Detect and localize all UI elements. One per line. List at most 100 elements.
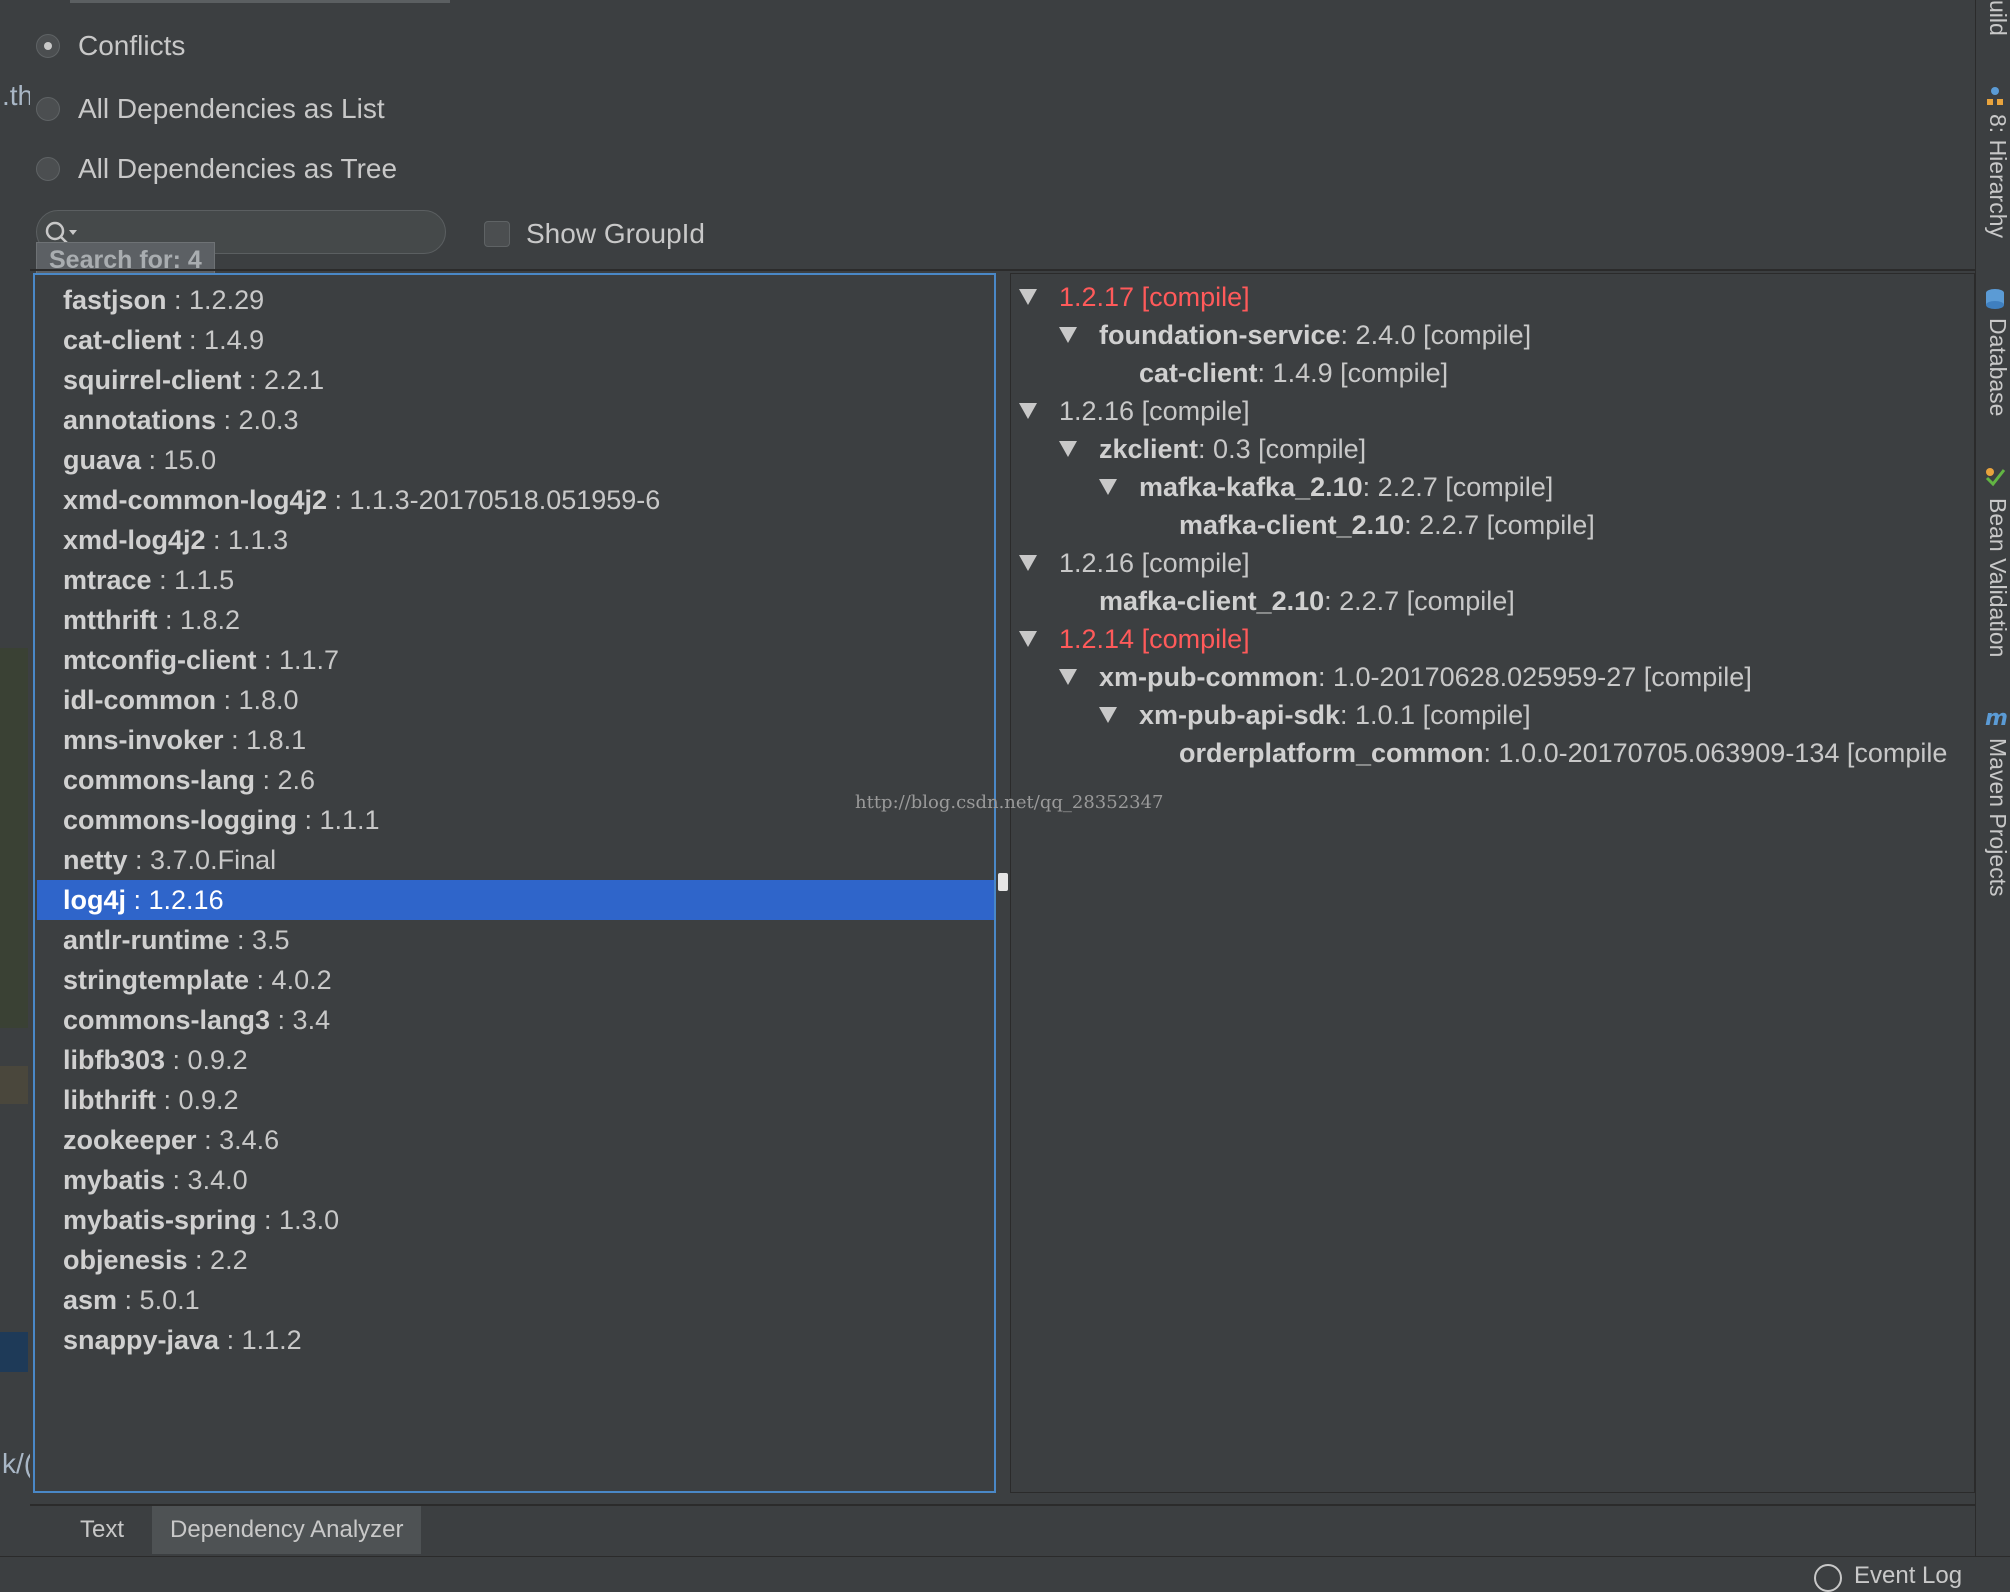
dependency-row-mybatis-spring[interactable]: mybatis-spring : 1.3.0 <box>37 1200 994 1240</box>
dependency-version: : 1.8.0 <box>216 685 299 715</box>
dependency-name: antlr-runtime <box>63 925 230 955</box>
splitter-handle[interactable] <box>998 873 1008 891</box>
dependency-list[interactable]: fastjson : 1.2.29 cat-client : 1.4.9 squir… <box>33 273 996 1493</box>
expand-arrow-icon[interactable] <box>1059 669 1077 685</box>
tree-node[interactable]: 1.2.14 [compile] <box>1019 620 1250 658</box>
expand-arrow-icon[interactable] <box>1019 631 1037 647</box>
tree-node[interactable]: zkclient : 0.3 [compile] <box>1059 430 1366 468</box>
tree-node[interactable]: mafka-client_2.10 : 2.2.7 [compile] <box>1059 582 1515 620</box>
dependency-row-libfb303[interactable]: libfb303 : 0.9.2 <box>37 1040 994 1080</box>
tree-node[interactable]: mafka-client_2.10 : 2.2.7 [compile] <box>1139 506 1595 544</box>
tree-node[interactable]: cat-client : 1.4.9 [compile] <box>1099 354 1448 392</box>
radio-label: Conflicts <box>78 30 186 61</box>
dependency-name: xmd-log4j2 <box>63 525 206 555</box>
expand-arrow-icon[interactable] <box>1099 707 1117 723</box>
dependency-row-mtrace[interactable]: mtrace : 1.1.5 <box>37 560 994 600</box>
toolwindow-build[interactable]: uild <box>1984 0 2010 36</box>
radio-label: All Dependencies as Tree <box>78 153 398 184</box>
dependency-version: : 3.4 <box>270 1005 331 1035</box>
dependency-name: zookeeper <box>63 1125 197 1155</box>
tree-node-version: : 1.0-20170628.025959-27 [compile] <box>1318 662 1752 692</box>
dependency-row-idl-common[interactable]: idl-common : 1.8.0 <box>37 680 994 720</box>
radio-conflicts[interactable]: Conflicts <box>36 26 185 66</box>
dependency-row-mybatis[interactable]: mybatis : 3.4.0 <box>37 1160 994 1200</box>
toolwindow-maven-projects[interactable]: Maven Projects <box>1984 738 2010 897</box>
expand-arrow-icon[interactable] <box>1099 479 1117 495</box>
radio-button[interactable] <box>36 97 60 121</box>
show-groupid-checkbox[interactable] <box>484 221 510 247</box>
dependency-name: commons-logging <box>63 805 297 835</box>
tree-node-version: : 2.4.0 [compile] <box>1340 320 1532 350</box>
bean-validation-icon <box>1985 468 2006 487</box>
dependency-row-mns-invoker[interactable]: mns-invoker : 1.8.1 <box>37 720 994 760</box>
radio-all-as-list[interactable]: All Dependencies as List <box>36 89 385 129</box>
gutter-highlight <box>0 1332 28 1372</box>
dependency-name: cat-client <box>63 325 182 355</box>
expand-arrow-icon[interactable] <box>1059 327 1077 343</box>
dependency-version: : 1.8.2 <box>157 605 241 635</box>
tree-node[interactable]: orderplatform_common : 1.0.0-20170705.06… <box>1139 734 1947 772</box>
dependency-row-xmd-common-log4j2[interactable]: xmd-common-log4j2 : 1.1.3-20170518.05195… <box>37 480 994 520</box>
dependency-tree[interactable]: 1.2.17 [compile] foundation-service : 2.4… <box>1010 273 1975 1493</box>
dependency-row-log4j[interactable]: log4j : 1.2.16 <box>37 880 994 920</box>
expand-arrow-icon[interactable] <box>1059 441 1077 457</box>
dependency-row-antlr-runtime[interactable]: antlr-runtime : 3.5 <box>37 920 994 960</box>
dependency-row-commons-logging[interactable]: commons-logging : 1.1.1 <box>37 800 994 840</box>
dependency-name: commons-lang3 <box>63 1005 271 1035</box>
dependency-row-xmd-log4j2[interactable]: xmd-log4j2 : 1.1.3 <box>37 520 994 560</box>
tree-node-version: 1.2.16 [compile] <box>1059 396 1250 426</box>
dependency-row-fastjson[interactable]: fastjson : 1.2.29 <box>37 280 994 320</box>
dependency-row-zookeeper[interactable]: zookeeper : 3.4.6 <box>37 1120 994 1160</box>
dependency-row-stringtemplate[interactable]: stringtemplate : 4.0.2 <box>37 960 994 1000</box>
gutter-highlight <box>0 1066 28 1104</box>
dependency-name: fastjson <box>63 285 167 315</box>
event-log-button[interactable]: Event Log <box>1854 1562 1962 1590</box>
dependency-row-asm[interactable]: asm : 5.0.1 <box>37 1280 994 1320</box>
tree-node-version: : 1.0.0-20170705.063909-134 [compile <box>1483 738 1948 768</box>
dependency-version: : 15.0 <box>141 445 217 475</box>
dependency-row-mtconfig-client[interactable]: mtconfig-client : 1.1.7 <box>37 640 994 680</box>
expand-arrow-icon[interactable] <box>1019 403 1037 419</box>
event-log-icon[interactable] <box>1814 1564 1842 1592</box>
radio-all-as-tree[interactable]: All Dependencies as Tree <box>36 149 397 189</box>
tree-node-version: 1.2.16 [compile] <box>1059 548 1250 578</box>
dependency-row-guava[interactable]: guava : 15.0 <box>37 440 994 480</box>
tree-node[interactable]: 1.2.17 [compile] <box>1019 278 1250 316</box>
dependency-version: : 1.8.1 <box>223 725 307 755</box>
tab-text[interactable]: Text <box>62 1506 142 1554</box>
toolwindow-database[interactable]: Database <box>1984 318 2010 416</box>
dependency-row-libthrift[interactable]: libthrift : 0.9.2 <box>37 1080 994 1120</box>
dependency-version: : 2.2.1 <box>241 365 325 395</box>
expand-arrow-icon[interactable] <box>1019 555 1037 571</box>
tree-node[interactable]: 1.2.16 [compile] <box>1019 544 1250 582</box>
dependency-row-commons-lang[interactable]: commons-lang : 2.6 <box>37 760 994 800</box>
tree-node[interactable]: xm-pub-common : 1.0-20170628.025959-27 [… <box>1059 658 1752 696</box>
dependency-row-mtthrift[interactable]: mtthrift : 1.8.2 <box>37 600 994 640</box>
dependency-row-annotations[interactable]: annotations : 2.0.3 <box>37 400 994 440</box>
radio-button[interactable] <box>36 34 60 58</box>
dependency-version: : 0.9.2 <box>165 1045 248 1075</box>
dependency-row-squirrel-client[interactable]: squirrel-client : 2.2.1 <box>37 360 994 400</box>
tab-dependency-analyzer[interactable]: Dependency Analyzer <box>152 1506 422 1554</box>
dependency-version: : 1.2.16 <box>126 885 224 915</box>
show-groupid-toggle[interactable]: Show GroupId <box>484 214 705 254</box>
tree-node-version: : 1.4.9 [compile] <box>1257 358 1449 388</box>
dependency-version: : 2.2 <box>187 1245 248 1275</box>
dependency-row-commons-lang3[interactable]: commons-lang3 : 3.4 <box>37 1000 994 1040</box>
tree-node[interactable]: 1.2.16 [compile] <box>1019 392 1250 430</box>
dependency-row-netty[interactable]: netty : 3.7.0.Final <box>37 840 994 880</box>
radio-button[interactable] <box>36 157 60 181</box>
dependency-row-objenesis[interactable]: objenesis : 2.2 <box>37 1240 994 1280</box>
tree-node[interactable]: xm-pub-api-sdk : 1.0.1 [compile] <box>1099 696 1531 734</box>
tree-node-version: : 0.3 [compile] <box>1198 434 1367 464</box>
expand-arrow-icon[interactable] <box>1019 289 1037 305</box>
dependency-version: : 1.2.29 <box>166 285 265 315</box>
dependency-row-snappy-java[interactable]: snappy-java : 1.1.2 <box>37 1320 994 1360</box>
tree-node[interactable]: mafka-kafka_2.10 : 2.2.7 [compile] <box>1099 468 1553 506</box>
tree-node-name: xm-pub-api-sdk <box>1139 700 1341 730</box>
dependency-row-cat-client[interactable]: cat-client : 1.4.9 <box>37 320 994 360</box>
toolwindow-bean-validation[interactable]: Bean Validation <box>1984 498 2010 657</box>
tree-node[interactable]: foundation-service : 2.4.0 [compile] <box>1059 316 1531 354</box>
toolwindow-hierarchy[interactable]: 8: Hierarchy <box>1984 114 2010 238</box>
dependency-name: snappy-java <box>63 1325 220 1355</box>
